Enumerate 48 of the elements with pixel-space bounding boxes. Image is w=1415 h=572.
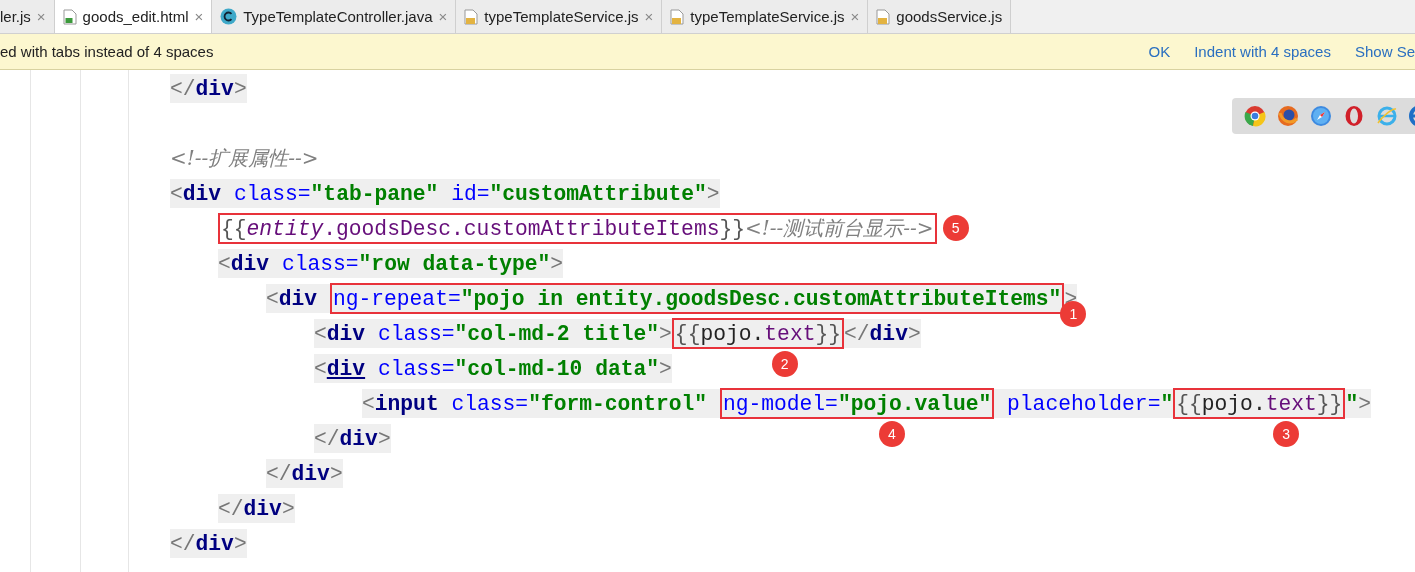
browser-icon[interactable]	[1277, 105, 1299, 127]
number-badge: 3	[1273, 421, 1300, 447]
code-text: <div class="tab-pane" id="customAttribute">	[170, 179, 720, 208]
number-badge: 5	[942, 215, 969, 241]
notification-link[interactable]: Indent with 4 spaces	[1194, 43, 1331, 60]
close-icon[interactable]: ×	[644, 8, 654, 25]
code-text: <input class="form-control"	[362, 389, 720, 418]
number-badge: 2	[771, 351, 798, 377]
notification-link[interactable]: OK	[1148, 43, 1171, 60]
close-icon[interactable]: ×	[850, 8, 860, 25]
highlight-box: ng-repeat="pojo in entity.goodsDesc.customAttributeItems"	[329, 283, 1065, 314]
file-icon	[876, 8, 891, 25]
code-text: </div>	[844, 319, 921, 348]
code-text: </div>	[170, 529, 247, 558]
highlight-box: ng-model="pojo.value"	[719, 388, 995, 419]
circle-icon	[220, 8, 238, 25]
highlight-box: {{pojo.text}}	[671, 318, 844, 349]
editor-tab[interactable]: ler.js ×	[0, 0, 55, 33]
highlight-box: {{entity.goodsDesc.customAttributeItems}}<!--测试前台显示-->	[218, 213, 937, 244]
code-text: ">	[1345, 389, 1371, 418]
file-icon	[670, 8, 685, 25]
notification-link[interactable]: Show Se	[1354, 43, 1415, 60]
browser-icon[interactable]	[1244, 105, 1266, 127]
close-icon[interactable]: ×	[194, 8, 204, 25]
number-badge: 4	[879, 421, 905, 447]
highlight-box: {{pojo.text}}	[1173, 388, 1346, 419]
close-icon[interactable]: ×	[36, 8, 46, 25]
file-icon	[62, 8, 77, 25]
file-icon	[464, 8, 479, 25]
editor-tab[interactable]: TypeTemplateController.java ×	[212, 0, 457, 33]
code-text: placeholder="	[994, 389, 1174, 418]
notification-text: ed with tabs instead of 4 spaces	[0, 43, 215, 60]
code-text: <div class="row data-type">	[218, 249, 564, 278]
code-text: <div class="col-md-2 title">	[314, 319, 672, 348]
compass-icon[interactable]	[1310, 105, 1332, 127]
editor-tab[interactable]: goods_edit.html ×	[54, 0, 213, 33]
code-text: </div>	[170, 74, 247, 103]
code-text: <!--扩展属性-->	[170, 145, 319, 172]
editor-tab[interactable]: typeTemplateService.js ×	[456, 0, 663, 33]
editor-tab[interactable]: goodsService.js	[868, 0, 1012, 33]
code-text: <div	[266, 284, 330, 313]
close-icon[interactable]: ×	[438, 8, 448, 25]
editor-tab[interactable]: typeTemplateService.js ×	[662, 0, 869, 33]
code-text: </div>	[218, 494, 295, 523]
ring-icon[interactable]	[1343, 105, 1365, 127]
code-text: </div>	[314, 424, 391, 453]
code-text: </div>	[266, 459, 343, 488]
code-text: <div class="col-md-10 data">	[314, 354, 672, 383]
